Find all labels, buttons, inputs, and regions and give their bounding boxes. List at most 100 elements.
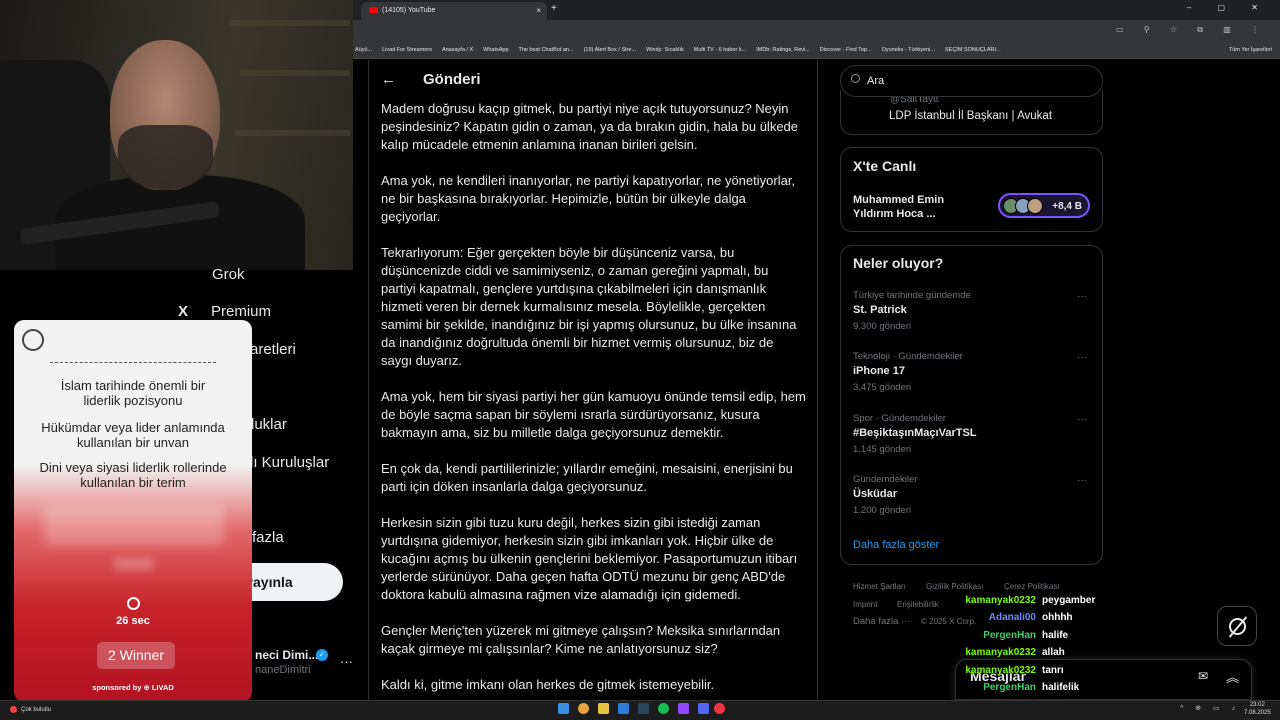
chat-message: Adanali00 ohhhh [960,612,1073,623]
trend-name[interactable]: iPhone 17 [853,365,905,377]
chat-user: kamanyak0232 [965,595,1036,606]
trend-context: Spor · Gündemdekiler [853,413,946,424]
streamer-beard [118,125,213,190]
bookmark-item[interactable]: Windy: Sıcaklık [646,47,684,53]
quiz-option-1: İslam tarihinde önemli bir liderlik pozi… [60,378,206,408]
trend-more-icon[interactable]: ··· [1077,352,1087,363]
nav-item-premium[interactable]: Premium [211,303,271,320]
bookmark-item[interactable]: WhatsApp [483,47,508,53]
new-tab-button[interactable]: + [551,3,557,14]
profile-more-icon[interactable]: ··· [340,654,353,669]
grok-button[interactable] [1217,606,1257,646]
trend-count: 1.200 gönderi [853,505,912,516]
search-input[interactable]: Ara [840,65,1103,97]
obs-icon[interactable] [714,703,725,714]
shelf [240,70,350,76]
post-paragraph: Ama yok, hem bir siyasi partiyi her gün … [381,389,806,440]
blurred-option [114,558,154,570]
chat-user: PergenHan [983,630,1036,641]
spotify-icon[interactable] [658,703,669,714]
webcam-overlay [0,0,353,270]
new-message-icon[interactable]: ✉ [1198,669,1208,683]
app-icon[interactable] [618,703,629,714]
blurred-option [44,505,224,545]
live-listeners-pill[interactable]: +8,4 B [998,193,1090,218]
footer-link[interactable]: Çerez Politikası [1004,582,1060,591]
clock-date: 7.08.2025 [1244,710,1271,716]
chrome-icon[interactable] [578,703,589,714]
profile-handle: naneDimitri [255,664,311,676]
bookmark-item[interactable]: The best ChatBot an... [519,47,574,53]
nav-item-grok[interactable]: Grok [212,266,245,283]
nav-item-more[interactable]: fazla [252,529,284,546]
quiz-timer: 26 sec [116,615,150,627]
show-more-link[interactable]: Daha fazla göster [853,539,939,551]
expand-messages-icon[interactable]: ︽ [1226,667,1239,686]
footer-link[interactable]: Hizmet Şartları [853,582,906,591]
chat-message: PergenHan halifelik [960,682,1079,693]
quiz-divider [50,362,216,363]
weather-widget[interactable]: Çok bulutlu [10,706,51,713]
post-paragraph: Gençler Meriç'ten yüzerek mi gitmeye çal… [381,623,781,656]
bookmark-item[interactable]: Oyuneks - Türkiyeni... [882,47,935,53]
tab-title: (14105) YouTube [382,7,436,14]
clock-time: 23:02 [1249,702,1265,708]
nav-item-organizations[interactable]: lı Kuruluşlar [250,454,329,471]
post-paragraph: Herkesin sizin gibi tuzu kuru değil, her… [381,515,798,602]
bookmark-item[interactable]: Livad For Streamers [382,47,432,53]
bookmark-item[interactable]: SEÇİM SONUÇLARI... [945,47,1001,53]
chat-text: allah [1042,647,1065,658]
bookmark-item[interactable]: IMDb: Ratings, Revi... [756,47,810,53]
trend-more-icon[interactable]: ··· [1077,475,1087,486]
system-tray[interactable]: ^ ⊕ ▭ ♪ [1180,704,1240,712]
sponsor-label: sponsored by ⊕ LIVAD [92,683,174,692]
youtube-icon [369,7,378,14]
weather-icon [10,706,17,713]
tab-close-icon[interactable]: × [536,6,541,15]
chat-user: kamanyak0232 [965,647,1036,658]
shelf [230,20,350,26]
discord-icon[interactable] [698,703,709,714]
taskbar-clock[interactable]: 23:02 7.08.2025 [1244,701,1271,717]
footer-link[interactable]: Erişilebilirlik [897,600,939,609]
post-column: ← Gönderi Madem doğrusu kaçıp gitmek, bu… [368,60,818,700]
start-icon[interactable] [558,703,569,714]
all-bookmarks[interactable]: Tüm Yer İşaretleri [1229,47,1272,53]
window-controls[interactable]: – ▢ ✕ [1187,3,1270,12]
toolbar-icons[interactable]: ▭ ⚲ ☆ ⧉ ▥ ⋮ [1116,25,1268,35]
bookmark-item[interactable]: Aüyü... [355,47,372,53]
trend-name[interactable]: Üsküdar [853,488,897,500]
chat-text: halifelik [1042,682,1080,693]
trends-title: Neler oluyor? [853,255,944,271]
twitch-icon[interactable] [678,703,689,714]
footer-more[interactable]: Daha fazla ··· [853,616,911,627]
bookmark-item[interactable]: Discover - Find Top... [820,47,872,53]
lawyer-bio: LDP İstanbul İl Başkanı | Avukat [889,110,1053,122]
post-text: Madem doğrusu kaçıp gitmek, bu partiyi n… [381,100,806,700]
post-paragraph: Ama yok, ne kendileri inanıyorlar, ne pa… [381,173,796,224]
file-explorer-icon[interactable] [598,703,609,714]
bookmark-item[interactable]: Multi TV - 6 haber k... [694,47,746,53]
bookmark-item[interactable]: (19) Alert Box / Stre... [584,47,637,53]
trend-context: Teknoloji · Gündemdekiler [853,351,963,362]
live-host-name[interactable]: Muhammed Emin Yıldırım Hoca ... [853,193,983,221]
profile-name[interactable]: neci Dimi... [255,648,318,662]
trend-count: 9.300 gönderi [853,321,912,332]
address-bar[interactable]: ▭ ⚲ ☆ ⧉ ▥ ⋮ [353,20,1280,42]
nav-item-bookmarks[interactable]: aretleri [250,341,296,358]
trend-more-icon[interactable]: ··· [1077,414,1087,425]
listener-avatar [1027,198,1043,214]
bookmark-item[interactable]: Anasayfa / X [442,47,473,53]
trend-name[interactable]: #BeşiktaşınMaçıVarTSL [853,427,977,439]
trend-context: Gündemdekiler [853,474,918,485]
browser-tab-youtube[interactable]: (14105) YouTube × [361,2,547,20]
footer-link[interactable]: Imprint [853,600,877,609]
nav-item-communities[interactable]: luklar [251,416,287,433]
steam-icon[interactable] [638,703,649,714]
trend-name[interactable]: St. Patrick [853,304,907,316]
verified-icon: ✓ [316,649,328,661]
trend-more-icon[interactable]: ··· [1077,291,1087,302]
footer-link[interactable]: Gizlilik Politikası [926,582,983,591]
chat-text: halife [1042,630,1069,641]
back-arrow-icon[interactable]: ← [381,71,396,88]
